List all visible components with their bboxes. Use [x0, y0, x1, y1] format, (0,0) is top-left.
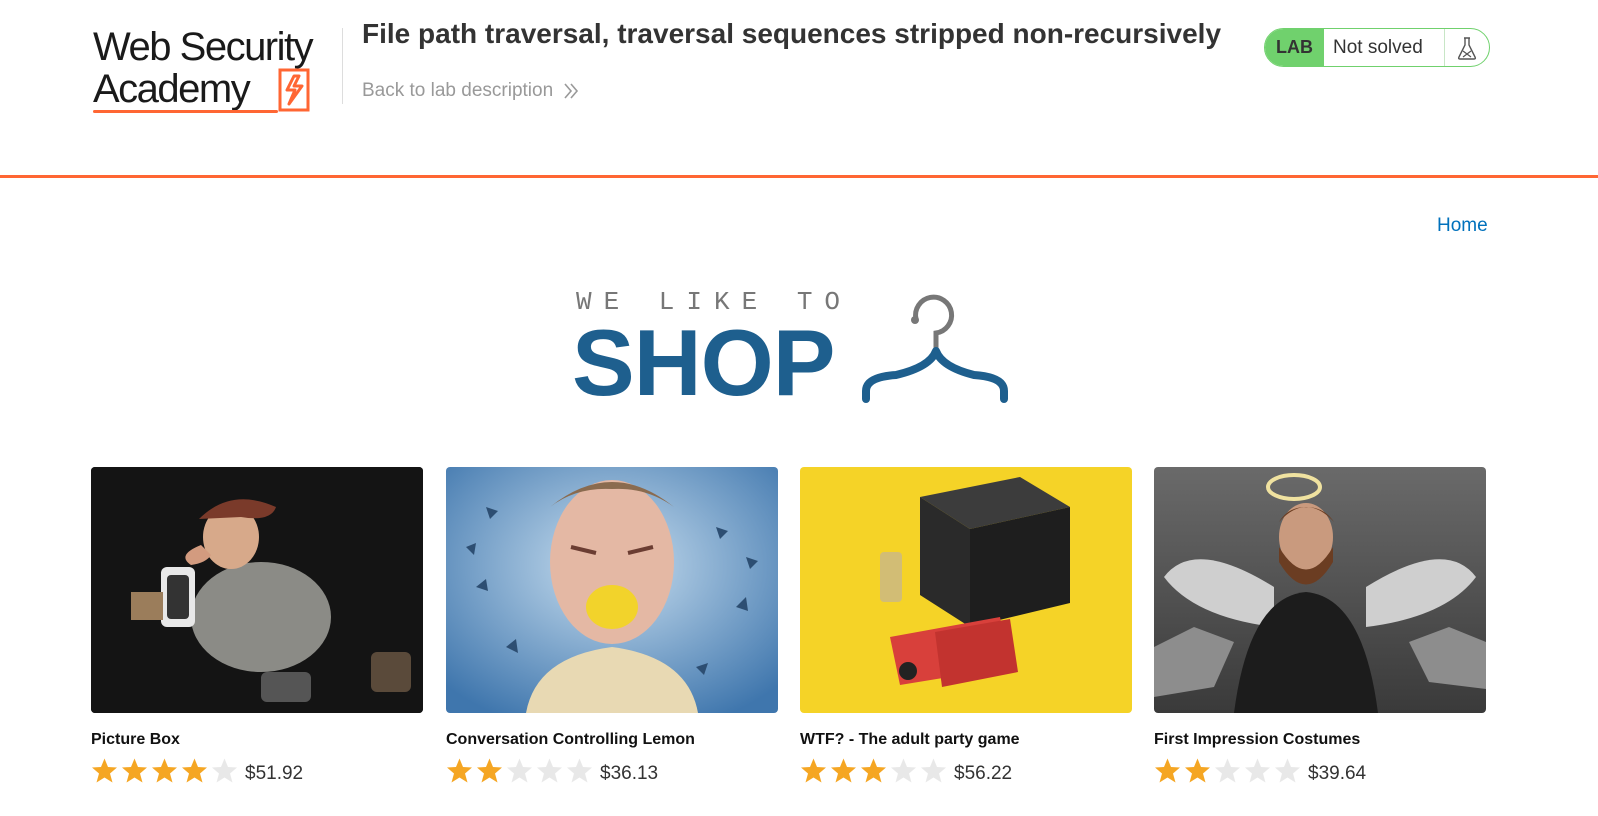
product-image[interactable] — [91, 467, 423, 713]
product-name[interactable]: WTF? - The adult party game — [800, 731, 1020, 749]
star-filled-icon — [1155, 758, 1180, 783]
photographer-figurine-image — [91, 467, 423, 713]
shop-banner: WE LIKE TO SHOP — [570, 285, 1010, 413]
star-filled-icon — [92, 758, 117, 783]
star-empty-icon — [537, 758, 562, 783]
header-divider — [342, 28, 343, 104]
product-rating — [1154, 757, 1301, 784]
product-image[interactable] — [446, 467, 778, 713]
product-price: $39.64 — [1308, 763, 1367, 784]
product-rating — [446, 757, 593, 784]
star-filled-icon — [831, 758, 856, 783]
product-image[interactable] — [1154, 467, 1486, 713]
product-price: $51.92 — [245, 763, 304, 784]
star-filled-icon — [477, 758, 502, 783]
lemon-man-image — [446, 467, 778, 713]
banner-word: SHOP — [572, 310, 835, 415]
hanger-icon — [862, 294, 1008, 403]
lab-title: File path traversal, traversal sequences… — [362, 18, 1222, 49]
angel-costume-image — [1154, 467, 1486, 713]
star-filled-icon — [152, 758, 177, 783]
product-image[interactable] — [800, 467, 1132, 713]
lab-flask-button[interactable] — [1445, 29, 1489, 66]
product-card[interactable]: Picture Box $51.92 — [91, 467, 423, 807]
back-to-lab-description-link[interactable]: Back to lab description — [362, 80, 579, 102]
product-price: $36.13 — [600, 763, 659, 784]
logo-text-line1: Web Security — [93, 25, 314, 69]
product-price: $56.22 — [954, 763, 1013, 784]
web-security-academy-logo[interactable]: Web Security Academy — [93, 24, 343, 116]
logo-underline — [93, 110, 278, 113]
star-filled-icon — [801, 758, 826, 783]
star-empty-icon — [1215, 758, 1240, 783]
lab-status-text: Not solved — [1324, 29, 1445, 66]
star-filled-icon — [861, 758, 886, 783]
flask-icon — [1457, 36, 1477, 60]
product-card[interactable]: First Impression Costumes $39.64 — [1154, 467, 1486, 807]
star-filled-icon — [182, 758, 207, 783]
academy-header: Web Security Academy File path traversal… — [0, 0, 1598, 178]
product-name[interactable]: Picture Box — [91, 731, 180, 749]
lab-status-widget: LAB Not solved — [1264, 28, 1490, 67]
logo-bolt-icon — [278, 68, 310, 112]
star-empty-icon — [507, 758, 532, 783]
product-rating — [91, 757, 238, 784]
product-name[interactable]: Conversation Controlling Lemon — [446, 731, 695, 749]
star-filled-icon — [122, 758, 147, 783]
lab-badge: LAB — [1265, 29, 1324, 66]
product-rating — [800, 757, 947, 784]
back-link-label: Back to lab description — [362, 80, 554, 101]
star-empty-icon — [891, 758, 916, 783]
star-empty-icon — [921, 758, 946, 783]
star-empty-icon — [212, 758, 237, 783]
star-filled-icon — [1185, 758, 1210, 783]
home-link[interactable]: Home — [1437, 215, 1488, 237]
product-card[interactable]: WTF? - The adult party game $56.22 — [800, 467, 1132, 807]
star-empty-icon — [1245, 758, 1270, 783]
double-chevron-right-icon — [564, 83, 579, 99]
logo-text-line2: Academy — [93, 67, 251, 111]
star-empty-icon — [567, 758, 592, 783]
star-filled-icon — [447, 758, 472, 783]
party-game-box-image — [800, 467, 1132, 713]
product-name[interactable]: First Impression Costumes — [1154, 731, 1360, 749]
product-card[interactable]: Conversation Controlling Lemon $36.13 — [446, 467, 778, 807]
star-empty-icon — [1275, 758, 1300, 783]
